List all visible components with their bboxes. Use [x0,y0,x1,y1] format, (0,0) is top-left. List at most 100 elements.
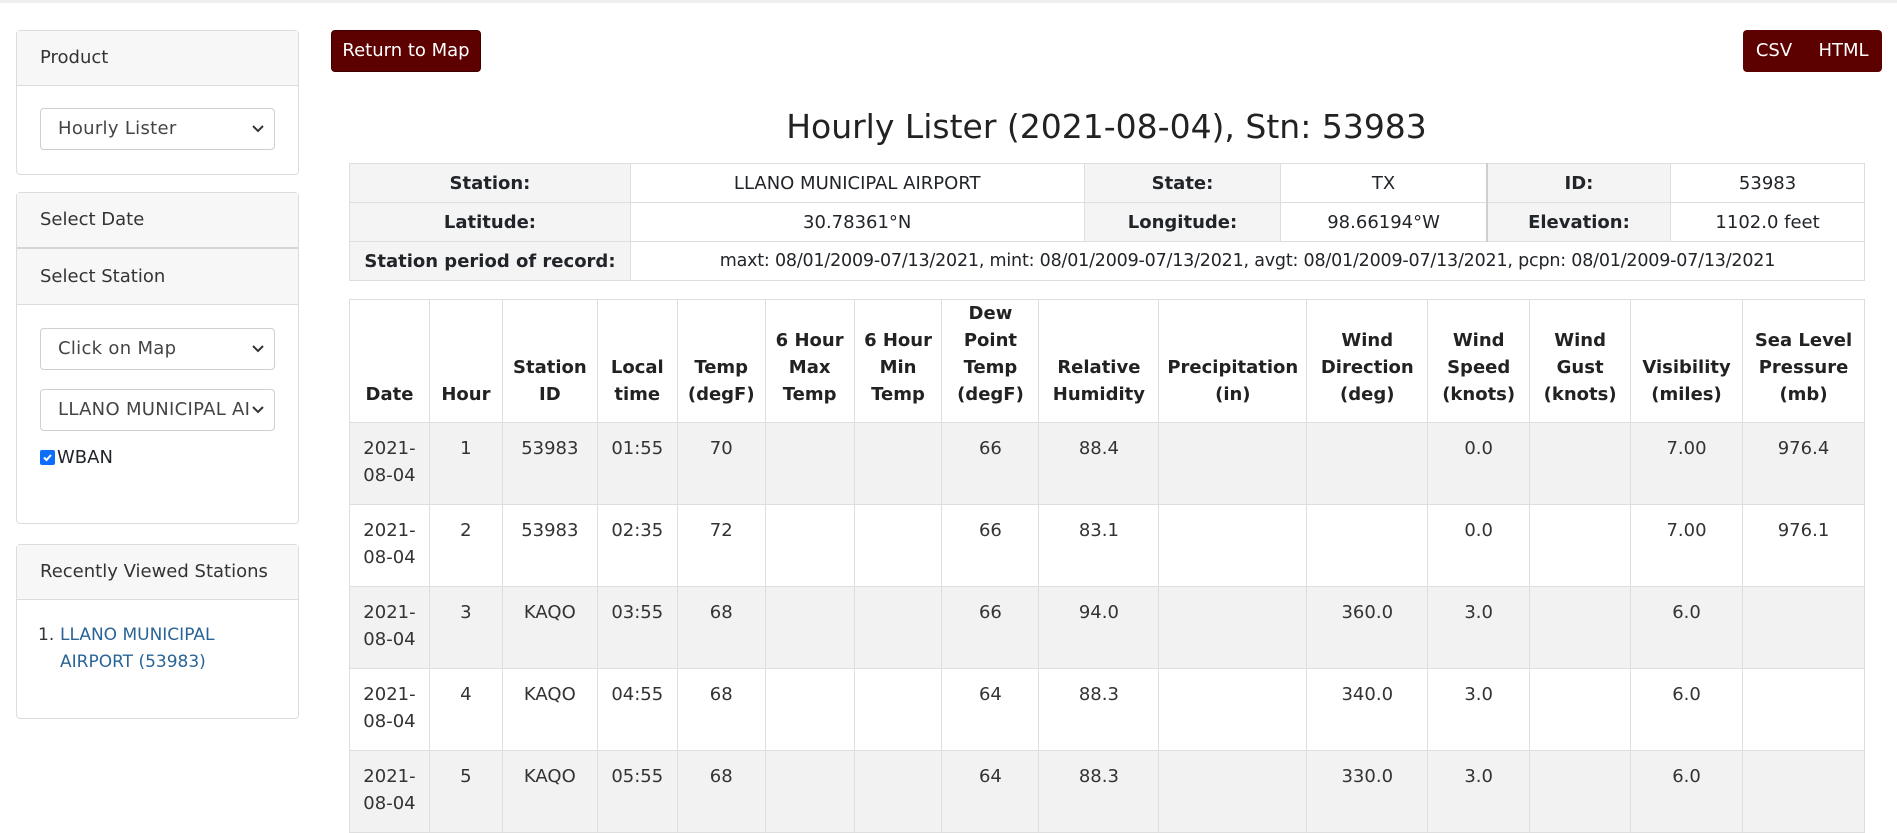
table-cell: 2021- 08-04 [349,504,430,587]
column-header-line: (degF) [687,384,755,405]
table-cell [1158,504,1308,587]
column-header-line: Precipitation [1167,357,1299,378]
longitude-label: Longitude: [1083,202,1282,242]
table-cell-line: 2021- [363,766,416,787]
table-cell [764,750,855,833]
product-card: Product Hourly Lister [16,30,299,175]
table-cell: 53983 [501,422,598,505]
table-cell: KAQO [501,750,598,833]
select-station-header: Select Station [17,249,298,305]
elevation-label: Elevation: [1486,202,1672,242]
select-date-card[interactable]: Select Date [16,192,299,249]
latitude-value: 30.78361°N [629,202,1085,242]
csv-button[interactable]: CSV [1743,30,1805,72]
table-cell: 6.0 [1630,750,1743,833]
chevron-down-icon [250,329,266,369]
column-header-line: Sea Level [1754,330,1853,351]
column-header: Wind Speed (knots) [1427,299,1531,423]
table-cell [1742,668,1865,751]
table-cell [853,422,943,505]
table-row: 2021- 08-04 2 53983 02:35 72 66 83.1 0.0 7.00 976.… [349,504,1865,587]
table-cell: 64 [941,668,1040,751]
table-cell [1158,422,1308,505]
table-cell [764,668,855,751]
hourly-data-table: Date Hour Station ID Local time Temp (degF) 6 Ho… [349,299,1865,833]
column-header: Temp (degF) [676,299,766,423]
table-cell [1529,586,1632,669]
table-cell [1529,668,1632,751]
table-cell: 04:55 [596,668,678,751]
table-cell [1529,504,1632,587]
table-cell [764,422,855,505]
column-header-line: ID [539,384,561,405]
column-header-line: Visibility [1642,357,1731,378]
table-cell: KAQO [501,668,598,751]
column-header: 6 Hour Max Temp [764,299,855,423]
recent-station-link[interactable]: LLANO MUNICIPAL AIRPORT (53983) [60,622,240,676]
column-header-line: Point [963,330,1018,351]
station-method-select[interactable]: Click on Map [40,328,275,370]
table-cell [853,504,943,587]
column-header-line: Wind [1452,330,1505,351]
station-method-value: Click on Map [58,338,177,359]
product-body: Hourly Lister [17,86,298,172]
table-cell [1742,750,1865,833]
column-header-line: (mb) [1779,384,1828,405]
recent-stations-card: Recently Viewed Stations 1. LLANO MUNICI… [16,544,299,719]
table-cell: 7.00 [1630,422,1743,505]
column-header-line: Hour [441,384,491,405]
select-date-header[interactable]: Select Date [17,193,298,249]
table-cell-line: 08-04 [363,547,416,568]
table-cell: 360.0 [1306,586,1429,669]
table-cell: 88.3 [1038,668,1160,751]
table-cell: 68 [676,586,766,669]
table-cell: 5 [428,750,503,833]
html-button[interactable]: HTML [1805,30,1882,72]
column-header-line: 6 Hour [775,330,844,351]
column-header: Local time [596,299,678,423]
table-cell-line: 08-04 [363,793,416,814]
table-cell [853,750,943,833]
column-header-line: Dew [968,303,1013,324]
table-cell: 2 [428,504,503,587]
column-header: Date [349,299,430,423]
column-header-line: (in) [1215,384,1251,405]
table-row: 2021- 08-04 4 KAQO 04:55 68 64 88.3 340.0 3.0 6.0 [349,668,1865,751]
table-row: 2021- 08-04 1 53983 01:55 70 66 88.4 0.0 7.00 976.… [349,422,1865,505]
station-select[interactable]: LLANO MUNICIPAL AI [40,389,275,431]
column-header-line: Local [610,357,664,378]
table-cell: 6.0 [1630,586,1743,669]
table-cell: 70 [676,422,766,505]
table-cell [853,586,943,669]
column-header-line: (degF) [957,384,1024,405]
table-cell: 94.0 [1038,586,1160,669]
product-select-value: Hourly Lister [58,118,177,139]
column-header-line: Temp [694,357,749,378]
table-cell-line: 2021- [363,602,416,623]
table-cell [1158,750,1308,833]
wban-checkbox[interactable] [40,450,55,465]
column-header: Wind Gust (knots) [1529,299,1632,423]
column-header: 6 Hour Min Temp [853,299,943,423]
table-cell: 83.1 [1038,504,1160,587]
column-header: Dew Point Temp (degF) [941,299,1040,423]
column-header-line: Relative [1057,357,1141,378]
return-to-map-button[interactable]: Return to Map [331,30,481,72]
product-select[interactable]: Hourly Lister [40,108,275,150]
latitude-label: Latitude: [349,202,631,242]
table-cell: 2021- 08-04 [349,668,430,751]
table-cell: 72 [676,504,766,587]
table-cell: 88.4 [1038,422,1160,505]
column-header-line: Gust [1556,357,1604,378]
table-header-row: Date Hour Station ID Local time Temp (degF) 6 Ho… [349,299,1865,423]
table-cell: 2021- 08-04 [349,750,430,833]
station-value: LLANO MUNICIPAL AIRPORT [629,163,1085,203]
longitude-value: 98.66194°W [1280,202,1488,242]
column-header: Wind Direction (deg) [1306,299,1429,423]
table-cell [1306,504,1429,587]
table-cell: 2021- 08-04 [349,586,430,669]
table-cell [1158,586,1308,669]
table-cell: 3.0 [1427,586,1531,669]
table-cell [853,668,943,751]
chevron-down-icon [250,109,266,149]
